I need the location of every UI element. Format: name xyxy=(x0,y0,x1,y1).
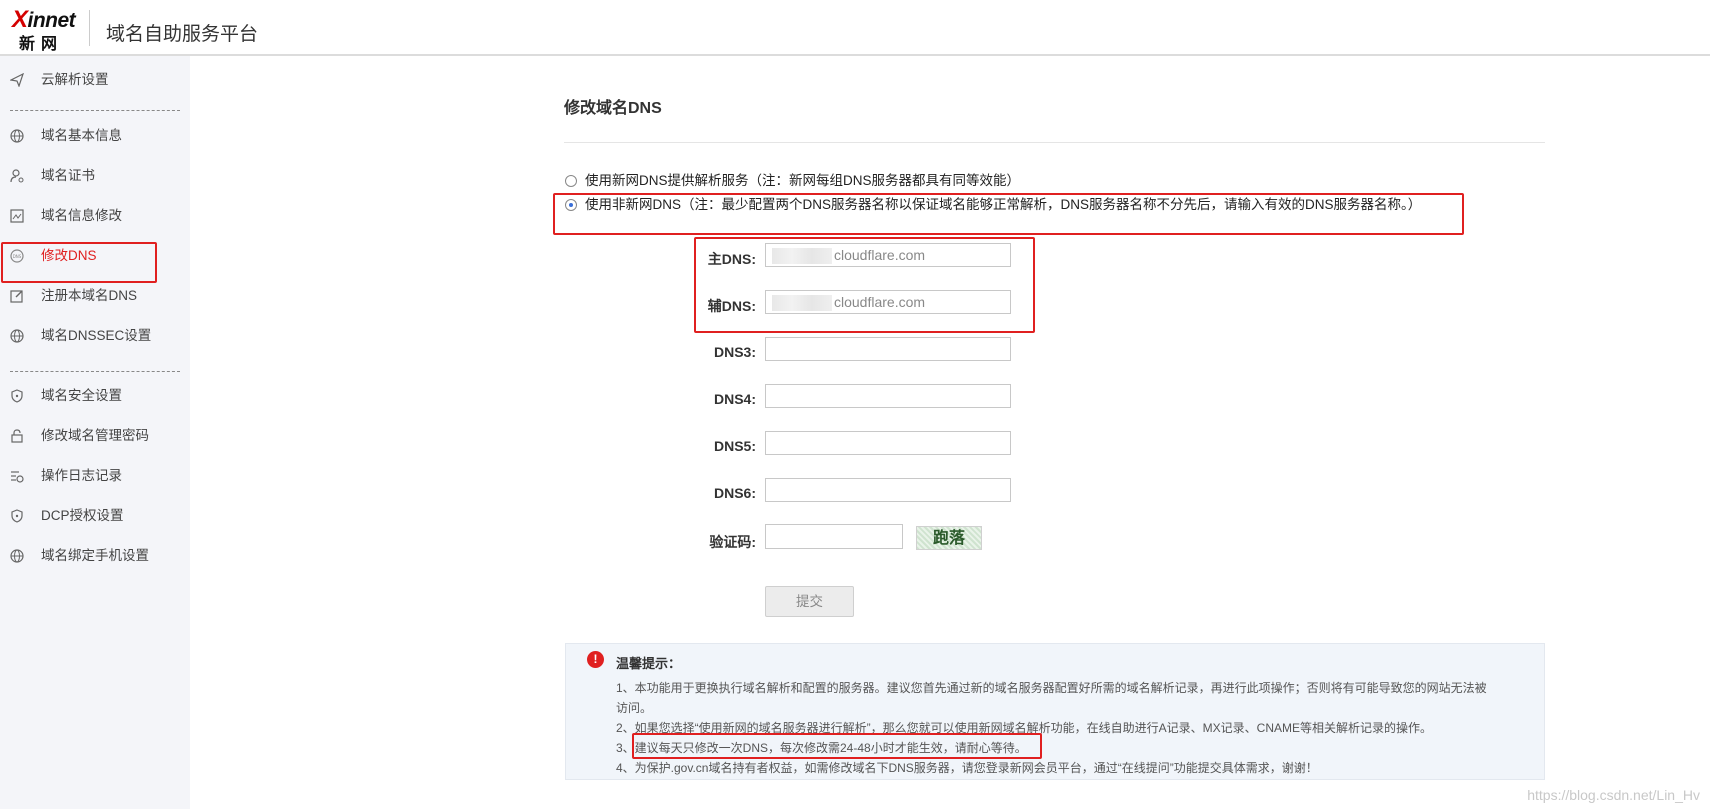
sidebar-item-basic-info[interactable]: 域名基本信息 xyxy=(0,119,190,153)
title-divider xyxy=(564,142,1545,143)
dns6-label: DNS6: xyxy=(713,485,756,501)
highlight-box-dns xyxy=(694,237,1035,333)
sidebar-item-password[interactable]: 修改域名管理密码 xyxy=(0,419,190,453)
sidebar-divider xyxy=(10,371,180,372)
captcha-image[interactable]: 跑落 xyxy=(916,526,982,550)
lock-icon xyxy=(11,429,23,443)
image-edit-icon xyxy=(10,209,24,223)
sidebar-item-label: 域名DNSSEC设置 xyxy=(41,328,152,343)
option-label: 使用新网DNS提供解析服务（注：新网每组DNS服务器都具有同等效能） xyxy=(585,173,1021,188)
sidebar-item-label: 域名信息修改 xyxy=(41,208,122,223)
highlight-box-option xyxy=(553,193,1464,235)
sidebar-item-phone-bind[interactable]: 域名绑定手机设置 xyxy=(0,539,190,573)
sidebar-item-label: 域名绑定手机设置 xyxy=(41,548,149,563)
shield-icon xyxy=(11,509,23,523)
submit-button[interactable]: 提交 xyxy=(765,586,854,617)
sidebar-item-cloud-dns[interactable]: 云解析设置 xyxy=(0,63,190,97)
sidebar-item-label: 域名证书 xyxy=(41,168,95,183)
logo-text: innet xyxy=(27,9,76,32)
tip-line: 1、本功能用于更换执行域名解析和配置的服务器。建议您首先通过新的域名服务器配置好… xyxy=(616,681,1487,695)
tips-panel: ! 温馨提示： 1、本功能用于更换执行域名解析和配置的服务器。建议您首先通过新的… xyxy=(565,643,1545,780)
log-icon xyxy=(11,471,24,483)
sidebar-item-label: 操作日志记录 xyxy=(41,468,122,483)
sidebar-item-label: 域名基本信息 xyxy=(41,128,122,143)
sidebar-item-register-dns[interactable]: 注册本域名DNS xyxy=(0,279,190,313)
captcha-input[interactable] xyxy=(765,524,903,549)
radio-button[interactable] xyxy=(565,175,577,187)
highlight-box-sidebar xyxy=(1,242,157,283)
dns4-label: DNS4: xyxy=(713,391,756,407)
sidebar-item-dcp[interactable]: DCP授权设置 xyxy=(0,499,190,533)
edit-icon xyxy=(10,290,23,303)
dns5-input[interactable] xyxy=(765,431,1011,455)
sidebar: 云解析设置 域名基本信息 域名证书 域名信息修改 DNS 修改DNS 注册本域名… xyxy=(0,56,190,809)
send-icon xyxy=(10,73,24,87)
sidebar-item-info-modify[interactable]: 域名信息修改 xyxy=(0,199,190,233)
dns3-label: DNS3: xyxy=(713,344,756,360)
shield-icon xyxy=(11,389,23,403)
globe-icon xyxy=(10,329,24,343)
platform-title: 域名自助服务平台 xyxy=(106,24,259,45)
dns5-label: DNS5: xyxy=(713,438,756,454)
globe-icon xyxy=(10,129,24,143)
sidebar-item-security[interactable]: 域名安全设置 xyxy=(0,379,190,413)
sidebar-item-label: DCP授权设置 xyxy=(41,508,124,523)
globe-icon xyxy=(10,549,24,563)
alert-icon: ! xyxy=(587,651,604,668)
sidebar-item-label: 注册本域名DNS xyxy=(41,288,138,303)
captcha-label: 验证码: xyxy=(709,534,756,550)
sidebar-item-label: 云解析设置 xyxy=(41,72,109,87)
dns6-input[interactable] xyxy=(765,478,1011,502)
tips-title: 温馨提示： xyxy=(616,656,682,671)
sidebar-divider xyxy=(10,110,180,111)
sidebar-item-dnssec[interactable]: 域名DNSSEC设置 xyxy=(0,319,190,353)
logo-x: X xyxy=(12,6,28,33)
dns4-input[interactable] xyxy=(765,384,1011,408)
sidebar-item-logs[interactable]: 操作日志记录 xyxy=(0,459,190,493)
tip-line: 访问。 xyxy=(616,701,653,715)
user-certificate-icon xyxy=(10,169,24,183)
sidebar-item-label: 域名安全设置 xyxy=(41,388,122,403)
highlight-box-tip xyxy=(632,733,1042,759)
tip-line: 4、为保护.gov.cn域名持有者权益，如需修改域名下DNS服务器，请您登录新网… xyxy=(616,761,1318,775)
xinnet-logo[interactable]: Xinnet 新网 xyxy=(12,6,78,53)
top-header: Xinnet 新网 域名自助服务平台 xyxy=(0,0,1710,56)
header-divider xyxy=(89,10,90,46)
dns3-input[interactable] xyxy=(765,337,1011,361)
sidebar-item-certificate[interactable]: 域名证书 xyxy=(0,159,190,193)
page-title: 修改域名DNS xyxy=(564,100,662,117)
sidebar-item-label: 修改域名管理密码 xyxy=(41,428,149,443)
logo-chinese: 新网 xyxy=(19,34,64,53)
watermark: https://blog.csdn.net/Lin_Hv xyxy=(1527,787,1700,803)
